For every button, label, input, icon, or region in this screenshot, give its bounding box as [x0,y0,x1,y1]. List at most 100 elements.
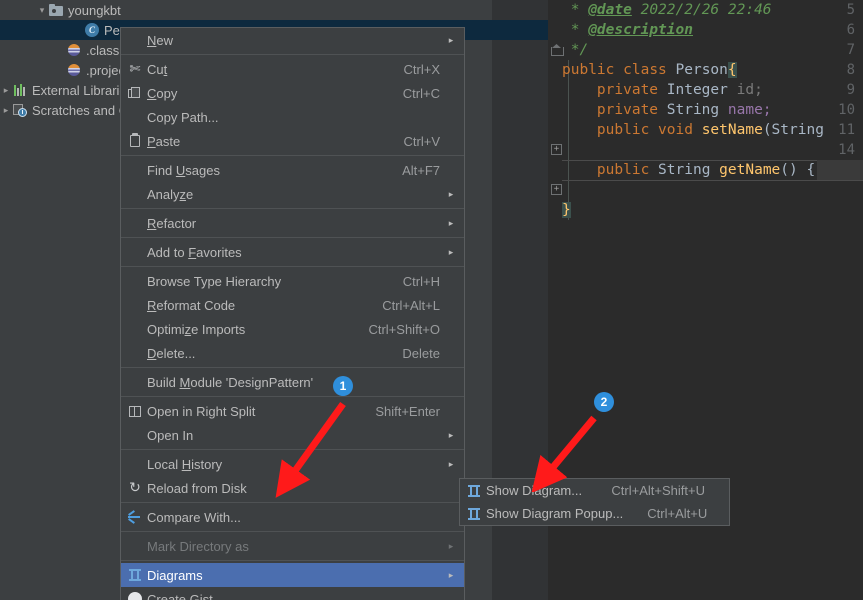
line-number-6: 6 [846,22,855,38]
menu-item-local-history[interactable]: Local History ▸ [121,452,464,476]
menu-item-icon-slot [121,505,147,529]
code-line-7: */ [562,40,588,60]
menu-item-icon-slot [121,105,147,129]
menu-separator [121,560,464,561]
paste-icon [127,133,143,149]
menu-item-diagrams[interactable]: Diagrams ▸ [121,563,464,587]
menu-item-label: Add to Favorites [147,244,242,260]
code-line-5: * @date 2022/2/26 22:46 [562,2,772,18]
menu-item-compare-with[interactable]: Compare With... [121,505,464,529]
menu-item-shortcut: Ctrl+X [403,61,440,77]
menu-item-label: Mark Directory as [147,538,249,554]
menu-separator [121,155,464,156]
chevron-right-icon: ▸ [448,246,454,257]
chevron-right-icon[interactable]: ▸ [0,80,12,100]
annotation-badge-1: 1 [333,376,353,396]
submenu-item-show-diagram[interactable]: Show Diagram... Ctrl+Alt+Shift+U [460,479,729,502]
menu-item-paste[interactable]: Paste Ctrl+V [121,129,464,153]
line-number-8: 8 [846,62,855,78]
menu-item-label: Find Usages [147,162,220,178]
chevron-right-icon: ▸ [448,569,454,580]
menu-item-icon-slot [121,534,147,558]
line-number-14: 14 [838,142,855,158]
param-type-string: String [771,122,824,138]
code-line-10: private String name; [562,100,772,120]
ide-window: ▾youngkbtCPerson.classpath.project▸Exter… [0,0,863,600]
comment-close: */ [562,42,589,58]
fold-plus-marker-11[interactable]: + [551,144,562,155]
menu-item-icon-slot [121,158,147,182]
menu-item-open-in-right-split[interactable]: Open in Right Split Shift+Enter [121,399,464,423]
menu-item-label: Reload from Disk [147,480,247,496]
menu-item-shortcut: Ctrl+Shift+O [368,321,440,337]
menu-item-icon-slot [121,370,147,394]
fold-plus-marker-14[interactable]: + [551,184,562,195]
menu-item-optimize-imports[interactable]: Optimize Imports Ctrl+Shift+O [121,317,464,341]
menu-item-icon-slot [460,479,486,503]
tree-row-label: youngkbt [68,2,121,18]
menu-item-cut[interactable]: ✄ Cut Ctrl+X [121,57,464,81]
menu-item-open-in[interactable]: Open In ▸ [121,423,464,447]
reload-icon: ↻ [129,480,141,496]
menu-item-add-to-favorites[interactable]: Add to Favorites ▸ [121,240,464,264]
keyword-private: private [596,82,659,98]
menu-item-reload-from-disk[interactable]: ↻ Reload from Disk [121,476,464,500]
keyword-void: void [658,122,693,138]
submenu-item-label: Show Diagram... [486,483,583,498]
menu-item-copy-path[interactable]: Copy Path... [121,105,464,129]
javadoc-date-value: 2022/2/26 22:46 [631,2,772,18]
chevron-right-icon: ▸ [448,188,454,199]
github-icon [127,591,143,600]
menu-item-shortcut: Alt+F7 [402,162,440,178]
type-integer: Integer [666,82,728,98]
diagrams-submenu[interactable]: Show Diagram... Ctrl+Alt+Shift+U Show Diag… [459,478,730,526]
xml-file-icon [66,62,82,78]
menu-item-icon-slot [121,182,147,206]
menu-separator [121,396,464,397]
menu-separator [121,208,464,209]
scissors-icon: ✄ [129,61,141,76]
menu-item-analyze[interactable]: Analyze ▸ [121,182,464,206]
menu-item-icon-slot [121,293,147,317]
menu-item-browse-type-hierarchy[interactable]: Browse Type Hierarchy Ctrl+H [121,269,464,293]
line-number-9: 9 [846,82,855,98]
code-line-11: public void setName(String [596,122,824,138]
diagram-icon [127,567,143,583]
menu-item-label: Create Gist... [147,591,224,600]
menu-item-refactor[interactable]: Refactor ▸ [121,211,464,235]
context-menu[interactable]: New ▸ ✄ Cut Ctrl+X Copy Ctrl+C Copy Path... Past… [120,27,465,600]
menu-item-icon-slot [121,563,147,587]
menu-item-create-gist[interactable]: Create Gist... [121,587,464,600]
fold-end-marker[interactable] [551,44,564,56]
menu-item-shortcut: Ctrl+C [402,85,440,101]
menu-item-icon-slot [121,587,147,600]
line-number-7: 7 [846,42,855,58]
menu-item-copy[interactable]: Copy Ctrl+C [121,81,464,105]
diagram-icon [466,483,482,499]
chevron-right-icon[interactable]: ▸ [0,100,12,120]
menu-item-shortcut: Ctrl+H [402,273,440,289]
chevron-down-icon[interactable]: ▾ [36,0,48,20]
brace-close-highlight: } [562,202,571,218]
submenu-item-show-diagram-popup[interactable]: Show Diagram Popup... Ctrl+Alt+U [460,502,729,525]
compare-icon [127,509,143,525]
menu-item-find-usages[interactable]: Find Usages Alt+F7 [121,158,464,182]
menu-item-label: Refactor [147,215,197,231]
menu-item-build-module-designpattern[interactable]: Build Module 'DesignPattern' [121,370,464,394]
chevron-right-icon: ▸ [448,540,454,551]
annotation-badge-2: 2 [594,392,614,412]
keyword-class: class [623,62,667,78]
menu-item-delete[interactable]: Delete... Delete [121,341,464,365]
submenu-item-shortcut: Ctrl+Alt+Shift+U [611,483,705,498]
folder-icon [48,2,64,18]
tree-row-youngkbt[interactable]: ▾ youngkbt [0,0,492,20]
menu-separator [121,531,464,532]
menu-item-shortcut: Ctrl+V [403,133,440,149]
menu-item-mark-directory-as: Mark Directory as ▸ [121,534,464,558]
menu-item-reformat-code[interactable]: Reformat Code Ctrl+Alt+L [121,293,464,317]
method-getname: getName [719,162,781,178]
menu-item-new[interactable]: New ▸ [121,28,464,52]
type-string: String [666,102,720,118]
menu-separator [121,237,464,238]
